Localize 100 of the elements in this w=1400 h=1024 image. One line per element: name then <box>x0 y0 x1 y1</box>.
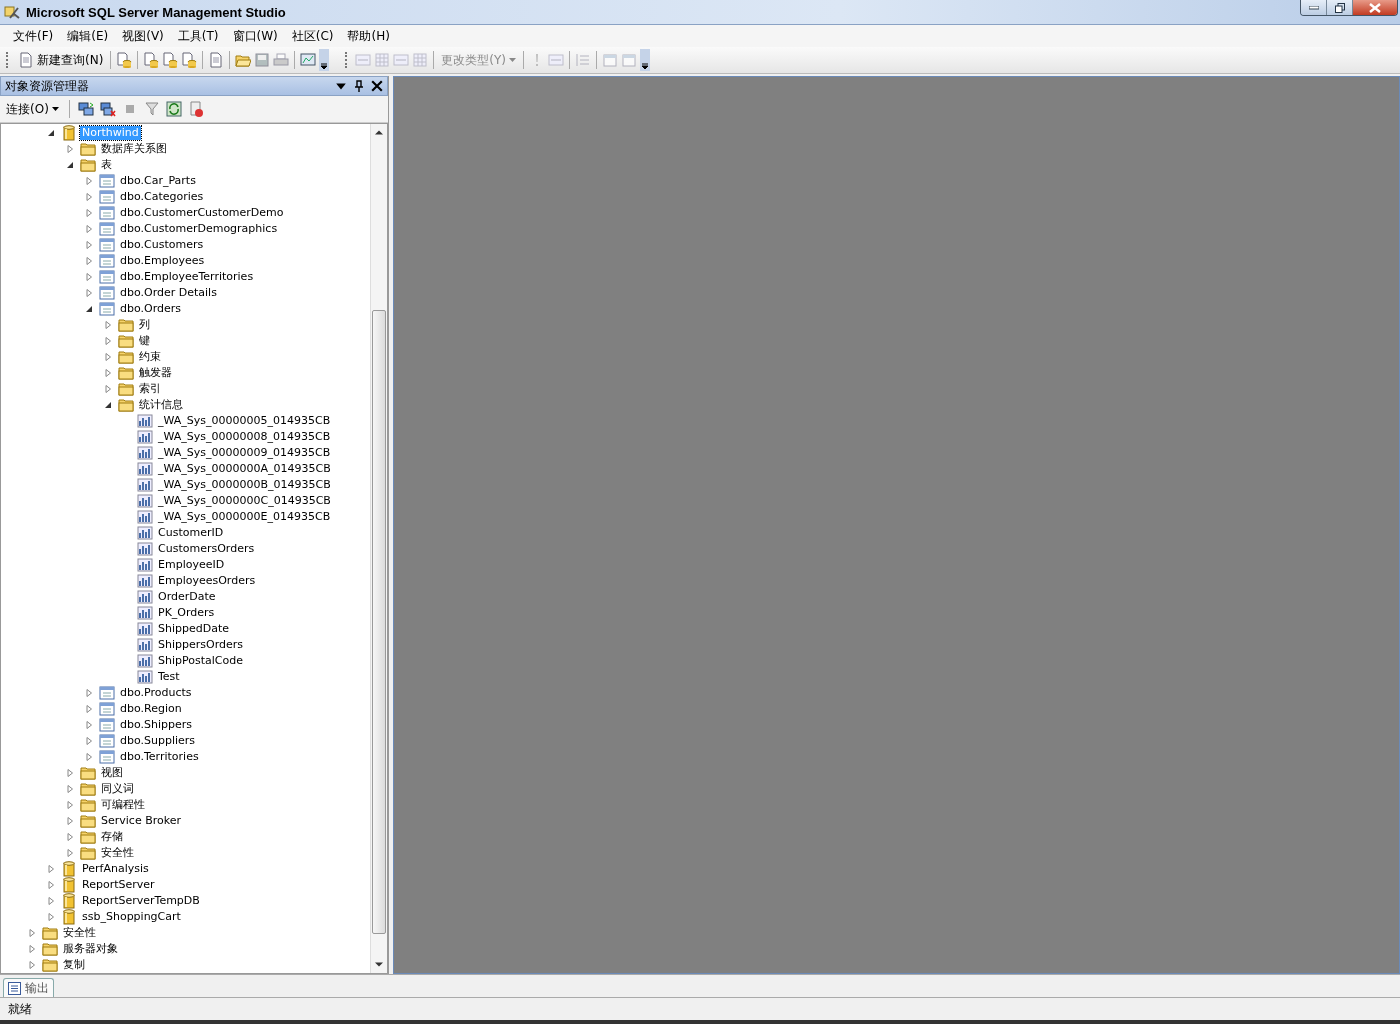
expand-icon[interactable] <box>85 257 93 265</box>
expand-icon[interactable] <box>85 193 93 201</box>
tree-item[interactable]: ssb_ShoppingCart <box>80 910 183 924</box>
tree-item[interactable]: _WA_Sys_00000005_014935CB <box>156 414 333 428</box>
tree-item[interactable]: dbo.Customers <box>118 238 206 252</box>
document-icon[interactable] <box>18 52 34 68</box>
tree-item[interactable]: 安全性 <box>99 846 136 860</box>
expand-icon[interactable] <box>28 961 36 969</box>
tree-item[interactable]: ShippedDate <box>156 622 232 636</box>
tree-item[interactable]: 索引 <box>137 382 163 396</box>
expand-icon[interactable] <box>85 241 93 249</box>
expand-icon[interactable] <box>47 913 55 921</box>
database-document-icon[interactable] <box>116 52 133 68</box>
expand-icon[interactable] <box>85 273 93 281</box>
tree-item[interactable]: 同义词 <box>99 782 136 796</box>
database-document-icon[interactable] <box>143 52 160 68</box>
tree-item[interactable]: PK_Orders <box>156 606 217 620</box>
tree-item[interactable]: CustomersOrders <box>156 542 257 556</box>
tree-item[interactable]: 统计信息 <box>137 398 185 412</box>
menu-item[interactable]: 视图(V) <box>115 25 171 47</box>
expand-icon[interactable] <box>85 689 93 697</box>
expand-icon[interactable] <box>104 369 112 377</box>
menu-item[interactable]: 窗口(W) <box>225 25 285 47</box>
tree-item[interactable]: _WA_Sys_00000009_014935CB <box>156 446 333 460</box>
tree-item[interactable]: 安全性 <box>61 926 98 940</box>
expand-icon[interactable] <box>66 785 74 793</box>
tree-item[interactable]: _WA_Sys_0000000A_014935CB <box>156 462 333 476</box>
document-icon[interactable] <box>208 52 225 68</box>
expand-icon[interactable] <box>85 225 93 233</box>
server-connect-icon[interactable] <box>77 101 94 117</box>
expand-icon[interactable] <box>66 769 74 777</box>
tree-item[interactable]: dbo.Shippers <box>118 718 194 732</box>
toolbar-button[interactable]: 新建查询(N) <box>16 51 106 69</box>
save-icon[interactable] <box>254 52 271 68</box>
close-icon[interactable] <box>371 80 383 92</box>
tree-item[interactable]: Test <box>156 670 182 684</box>
menu-item[interactable]: 文件(F) <box>6 25 61 47</box>
tree-item[interactable]: dbo.Order Details <box>118 286 219 300</box>
tree-item[interactable]: PerfAnalysis <box>80 862 151 876</box>
report-icon[interactable] <box>187 101 204 117</box>
collapse-icon[interactable] <box>66 161 74 169</box>
expand-icon[interactable] <box>104 353 112 361</box>
tree-item[interactable]: _WA_Sys_00000008_014935CB <box>156 430 333 444</box>
tree-item[interactable]: dbo.Orders <box>118 302 183 316</box>
collapse-icon[interactable] <box>104 401 112 409</box>
menu-item[interactable]: 帮助(H) <box>340 25 397 47</box>
expand-icon[interactable] <box>85 289 93 297</box>
expand-icon[interactable] <box>47 865 55 873</box>
tree-item[interactable]: 存储 <box>99 830 125 844</box>
expand-icon[interactable] <box>47 881 55 889</box>
expand-icon[interactable] <box>85 737 93 745</box>
tree-item[interactable]: _WA_Sys_0000000C_014935CB <box>156 494 333 508</box>
scrollbar[interactable] <box>370 124 387 973</box>
menu-item[interactable]: 编辑(E) <box>60 25 116 47</box>
tree-item[interactable]: EmployeesOrders <box>156 574 258 588</box>
menu-item[interactable]: 社区(C) <box>284 25 341 47</box>
restore-button[interactable] <box>1327 0 1353 15</box>
tree-item[interactable]: ReportServerTempDB <box>80 894 202 908</box>
output-tab[interactable]: 输出 <box>3 978 54 997</box>
expand-icon[interactable] <box>66 833 74 841</box>
expand-icon[interactable] <box>66 801 74 809</box>
expand-icon[interactable] <box>28 929 36 937</box>
close-button[interactable] <box>1353 0 1397 15</box>
tree-item[interactable]: 数据库关系图 <box>99 142 169 156</box>
tree-item[interactable]: Service Broker <box>99 814 183 828</box>
collapse-icon[interactable] <box>47 129 55 137</box>
refresh-icon[interactable] <box>165 101 182 117</box>
expand-icon[interactable] <box>104 337 112 345</box>
tree-item[interactable]: dbo.CustomerCustomerDemo <box>118 206 286 220</box>
tree-item[interactable]: CustomerID <box>156 526 226 540</box>
tree-item[interactable]: dbo.CustomerDemographics <box>118 222 280 236</box>
database-document-icon[interactable] <box>162 52 179 68</box>
tree-item[interactable]: 键 <box>137 334 152 348</box>
scrollbar-thumb[interactable] <box>372 310 386 934</box>
menu-item[interactable]: 工具(T) <box>170 25 226 47</box>
tree-item[interactable]: dbo.Region <box>118 702 184 716</box>
tree-item[interactable]: dbo.Categories <box>118 190 206 204</box>
tree-item[interactable]: ShipPostalCode <box>156 654 245 668</box>
expand-icon[interactable] <box>66 145 74 153</box>
tree-item[interactable]: dbo.Territories <box>118 750 201 764</box>
expand-icon[interactable] <box>85 721 93 729</box>
expand-icon[interactable] <box>85 209 93 217</box>
database-document-icon[interactable] <box>181 52 198 68</box>
tree-item[interactable]: EmployeeID <box>156 558 227 572</box>
overflow-icon[interactable] <box>319 49 330 71</box>
expand-icon[interactable] <box>104 321 112 329</box>
tree-item[interactable]: 可编程性 <box>99 798 147 812</box>
tree-item[interactable]: ReportServer <box>80 878 157 892</box>
tree-item[interactable]: OrderDate <box>156 590 218 604</box>
tree-item[interactable]: ShippersOrders <box>156 638 245 652</box>
tree-item[interactable]: 列 <box>137 318 152 332</box>
collapse-icon[interactable] <box>85 305 93 313</box>
tree-item[interactable]: _WA_Sys_0000000E_014935CB <box>156 510 333 524</box>
overflow-icon[interactable] <box>640 49 651 71</box>
tree-item[interactable]: 复制 <box>61 958 87 972</box>
tree-item[interactable]: dbo.Car_Parts <box>118 174 198 188</box>
expand-icon[interactable] <box>28 945 36 953</box>
expand-icon[interactable] <box>85 753 93 761</box>
tree-item[interactable]: dbo.Employees <box>118 254 207 268</box>
expand-icon[interactable] <box>85 177 93 185</box>
